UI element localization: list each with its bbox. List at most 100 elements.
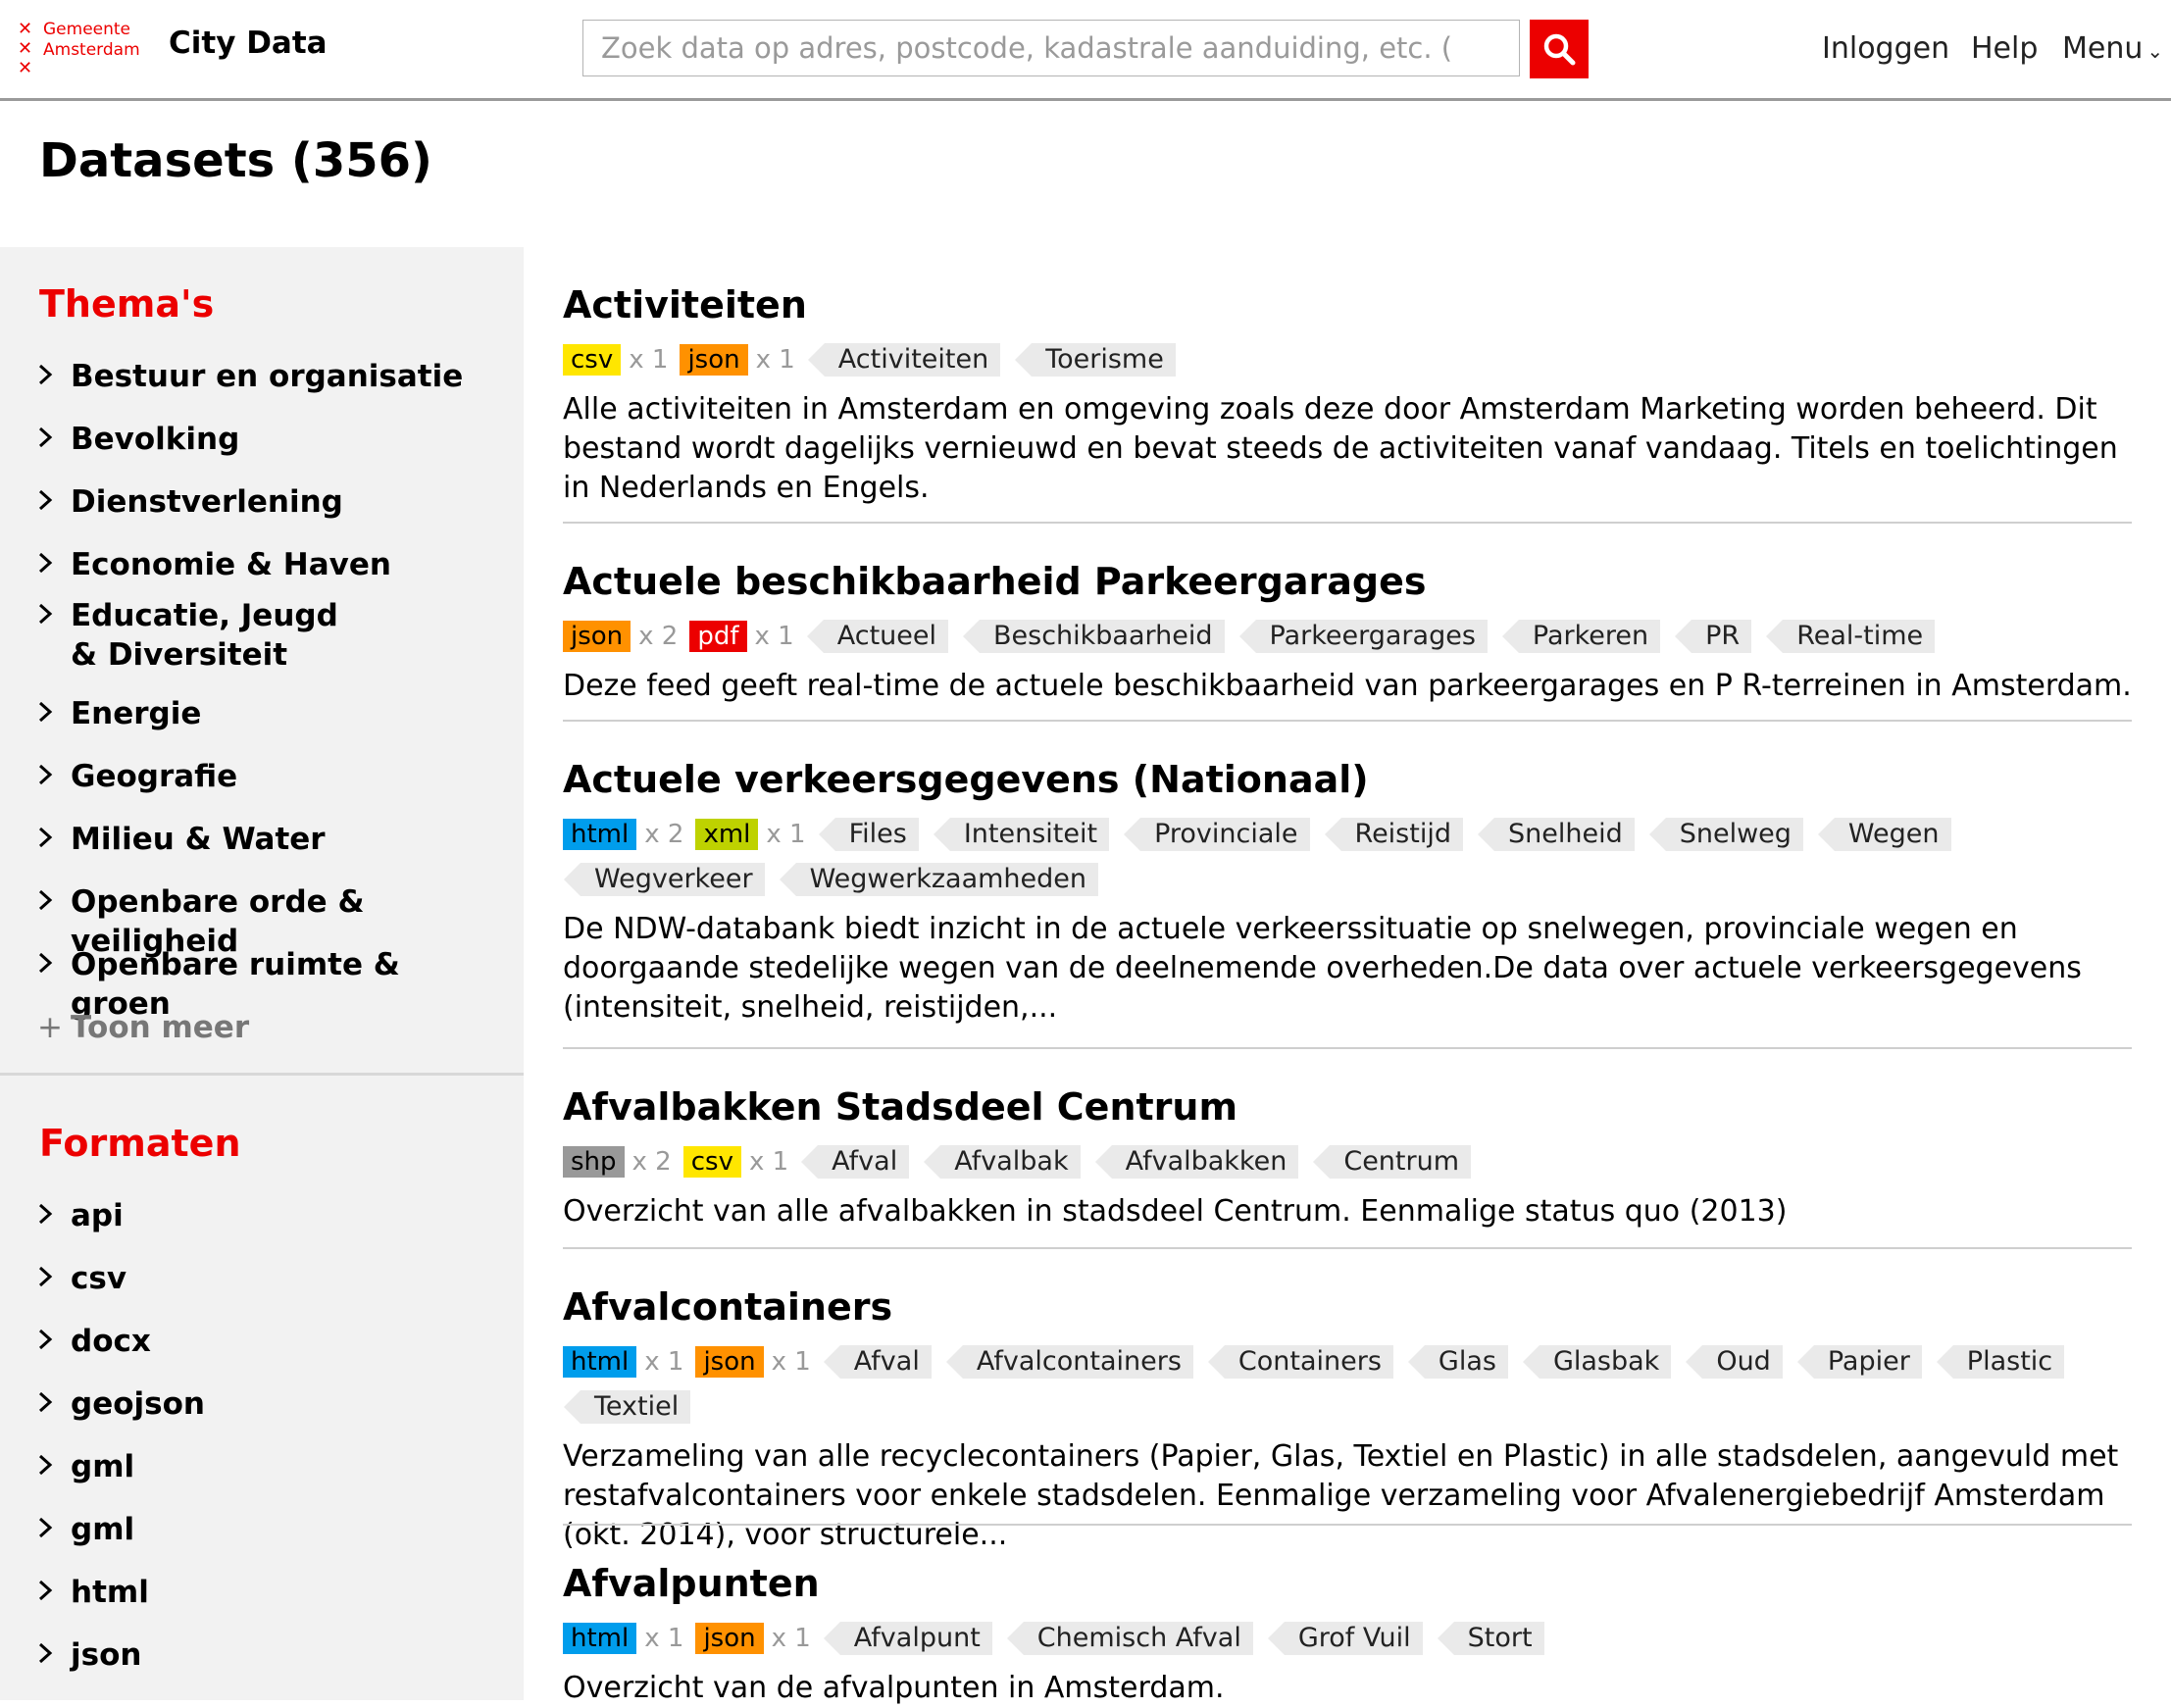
keyword-tag[interactable]: Grof Vuil [1267, 1622, 1423, 1655]
keyword-tag[interactable]: Toerisme [1015, 343, 1176, 377]
site-brand[interactable]: City Data [169, 25, 328, 61]
search-field[interactable] [582, 20, 1520, 76]
format-count: x 1 [754, 622, 794, 651]
keyword-tag[interactable]: Containers [1207, 1345, 1393, 1379]
keyword-tag[interactable]: Actueel [806, 620, 948, 653]
keyword-tag[interactable]: Papier [1796, 1345, 1922, 1379]
dataset-title[interactable]: Afvalcontainers [563, 1284, 2132, 1330]
keyword-tag[interactable]: Snelweg [1648, 818, 1803, 851]
search-icon [1543, 33, 1576, 66]
dataset-title[interactable]: Afvalbakken Stadsdeel Centrum [563, 1084, 2132, 1130]
dataset-item: Afvalbakken Stadsdeel Centrum shp x 2 csv x… [563, 1084, 2132, 1231]
keyword-tag[interactable]: Reistijd [1324, 818, 1463, 851]
keyword-tag[interactable]: Afvalbak [924, 1145, 1081, 1179]
keyword-tag[interactable]: Centrum [1313, 1145, 1472, 1179]
chevron-right-icon [37, 694, 71, 733]
theme-item[interactable]: Energie [37, 694, 508, 733]
keyword-tag[interactable]: Intensiteit [933, 818, 1110, 851]
search-input[interactable] [583, 21, 1519, 75]
format-item[interactable]: json [37, 1635, 508, 1675]
format-badge: json [680, 344, 748, 376]
keyword-tag[interactable]: Oud [1686, 1345, 1783, 1379]
keyword-tag[interactable]: Textiel [563, 1390, 691, 1424]
format-badge: shp [563, 1146, 625, 1178]
theme-label: Bestuur en organisatie [71, 359, 464, 394]
dataset-title[interactable]: Activiteiten [563, 282, 2132, 327]
chevron-right-icon [37, 882, 71, 922]
theme-label: Geografie [71, 759, 238, 794]
chevron-right-icon [37, 1322, 71, 1361]
chevron-right-icon [37, 945, 71, 984]
theme-item[interactable]: Educatie, Jeugd & Diversiteit [37, 596, 371, 675]
chevron-right-icon [37, 1510, 71, 1549]
dataset-description: Deze feed geeft real-time de actuele bes… [563, 669, 2132, 703]
keyword-tag[interactable]: Provinciale [1124, 818, 1310, 851]
keyword-tag[interactable]: Parkeren [1501, 620, 1661, 653]
keyword-tag[interactable]: Activiteiten [807, 343, 1001, 377]
format-item[interactable]: csv [37, 1259, 508, 1298]
keyword-tag[interactable]: Plastic [1936, 1345, 2065, 1379]
keyword-tag[interactable]: Chemisch Afval [1006, 1622, 1253, 1655]
keyword-tag[interactable]: Wegverkeer [564, 863, 765, 896]
keyword-tag[interactable]: Wegwerkzaamheden [779, 863, 1099, 896]
keyword-tag[interactable]: Afvalbakken [1094, 1145, 1299, 1179]
keyword-tag[interactable]: PR [1675, 620, 1752, 653]
login-link[interactable]: Inloggen [1822, 31, 1949, 66]
keyword-tag[interactable]: Snelheid [1478, 818, 1635, 851]
format-count: x 2 [644, 820, 684, 849]
theme-item[interactable]: Economie & Haven [37, 545, 508, 584]
dataset-title[interactable]: Actuele beschikbaarheid Parkeergarages [563, 559, 2132, 604]
keyword-tag[interactable]: Glasbak [1522, 1345, 1672, 1379]
format-item[interactable]: geojson [37, 1384, 508, 1424]
format-badge: csv [682, 1146, 741, 1178]
theme-item[interactable]: Bevolking [37, 420, 508, 459]
dataset-title[interactable]: Afvalpunten [563, 1561, 2132, 1606]
theme-item[interactable]: Geografie [37, 757, 508, 796]
keyword-tag[interactable]: Files [818, 818, 919, 851]
format-count: x 2 [631, 1147, 672, 1177]
help-link[interactable]: Help [1971, 31, 2038, 66]
dataset-title[interactable]: Actuele verkeersgegevens (Nationaal) [563, 757, 2132, 802]
format-item[interactable]: html [37, 1573, 508, 1612]
format-count: x 1 [755, 345, 795, 375]
keyword-tag[interactable]: Afvalpunt [823, 1622, 992, 1655]
keyword-tag[interactable]: Real-time [1766, 620, 1936, 653]
format-item[interactable]: docx [37, 1322, 508, 1361]
keyword-tag[interactable]: Parkeergarages [1238, 620, 1488, 653]
keyword-tag[interactable]: Stort [1437, 1622, 1544, 1655]
keyword-tag[interactable]: Afval [801, 1145, 910, 1179]
dataset-description: Overzicht van de afvalpunten in Amsterda… [563, 1671, 1225, 1705]
keyword-tag[interactable]: Wegen [1817, 818, 1951, 851]
format-item[interactable]: gml [37, 1447, 508, 1486]
top-header: ✕✕✕ Gemeente Amsterdam City Data Inlogge… [0, 0, 2171, 101]
chevron-right-icon [37, 757, 71, 796]
menu-dropdown[interactable]: Menu ⌄ [2062, 31, 2163, 66]
dataset-item: Actuele beschikbaarheid Parkeergarages j… [563, 559, 2132, 706]
dataset-item: Afvalcontainers html x 1 json x 1 Afval Afval… [563, 1284, 2132, 1555]
dataset-item: Activiteiten csv x 1 json x 1 Activiteiten To… [563, 282, 2132, 508]
chevron-right-icon [37, 1384, 71, 1424]
keyword-tag[interactable]: Glas [1407, 1345, 1508, 1379]
sidebar-divider [0, 1073, 524, 1076]
show-more-themes-button[interactable]: + Toon meer [37, 1008, 508, 1047]
format-item[interactable]: api [37, 1196, 508, 1235]
chevron-right-icon [37, 1196, 71, 1235]
format-label: gml [71, 1512, 135, 1547]
format-label: html [71, 1575, 149, 1610]
search-button[interactable] [1530, 20, 1589, 78]
gemeente-amsterdam-logo[interactable]: ✕ ✕ ✕ Gemeente Amsterdam [18, 20, 155, 82]
keyword-tag[interactable]: Afval [823, 1345, 932, 1379]
format-badge: html [563, 819, 637, 850]
chevron-down-icon: ⌄ [2146, 39, 2164, 63]
dataset-description: Verzameling van alle recyclecontainers (… [563, 1439, 2119, 1552]
chevron-right-icon [37, 820, 71, 859]
theme-item[interactable]: Milieu & Water [37, 820, 508, 859]
theme-item[interactable]: Dienstverlening [37, 482, 508, 522]
format-badge: html [563, 1346, 637, 1378]
keyword-tag[interactable]: Afvalcontainers [945, 1345, 1193, 1379]
dataset-tags: html x 2 xml x 1 Files Intensiteit Provinciale… [563, 812, 2132, 902]
dataset-description: De NDW-databank biedt inzicht in de actu… [563, 912, 2082, 1025]
theme-item[interactable]: Bestuur en organisatie [37, 357, 508, 396]
keyword-tag[interactable]: Beschikbaarheid [963, 620, 1225, 653]
format-item[interactable]: gml [37, 1510, 508, 1549]
